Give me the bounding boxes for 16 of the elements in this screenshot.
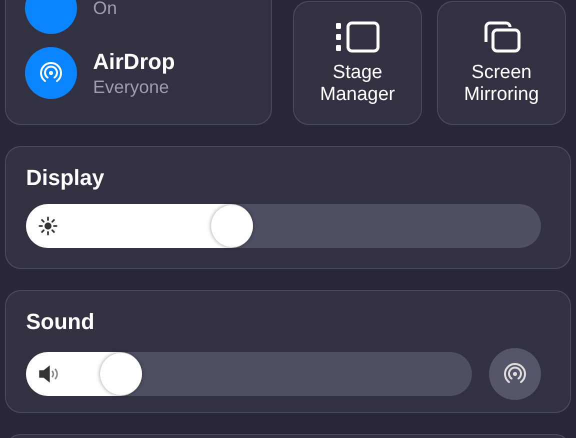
slider-track[interactable] [26, 352, 472, 396]
airplay-button[interactable] [489, 348, 541, 400]
control-tile[interactable]: Screen Mirroring [437, 1, 566, 125]
section-title: Sound [26, 308, 96, 336]
item-subtitle: On [93, 0, 118, 20]
tile-label: Stage Manager [319, 62, 396, 106]
slider-track[interactable] [26, 204, 541, 248]
section-title: Display [26, 164, 106, 192]
control-tile[interactable]: Stage Manager [293, 1, 422, 125]
tile-label: Screen Mirroring [463, 62, 540, 106]
item-subtitle: Everyone [93, 76, 170, 98]
sun-icon [38, 216, 58, 236]
stage-manager-icon [334, 20, 382, 54]
item-title: AirDrop [93, 48, 175, 76]
airdrop-toggle[interactable] [25, 47, 77, 99]
overlapping-screens-icon [482, 20, 522, 54]
